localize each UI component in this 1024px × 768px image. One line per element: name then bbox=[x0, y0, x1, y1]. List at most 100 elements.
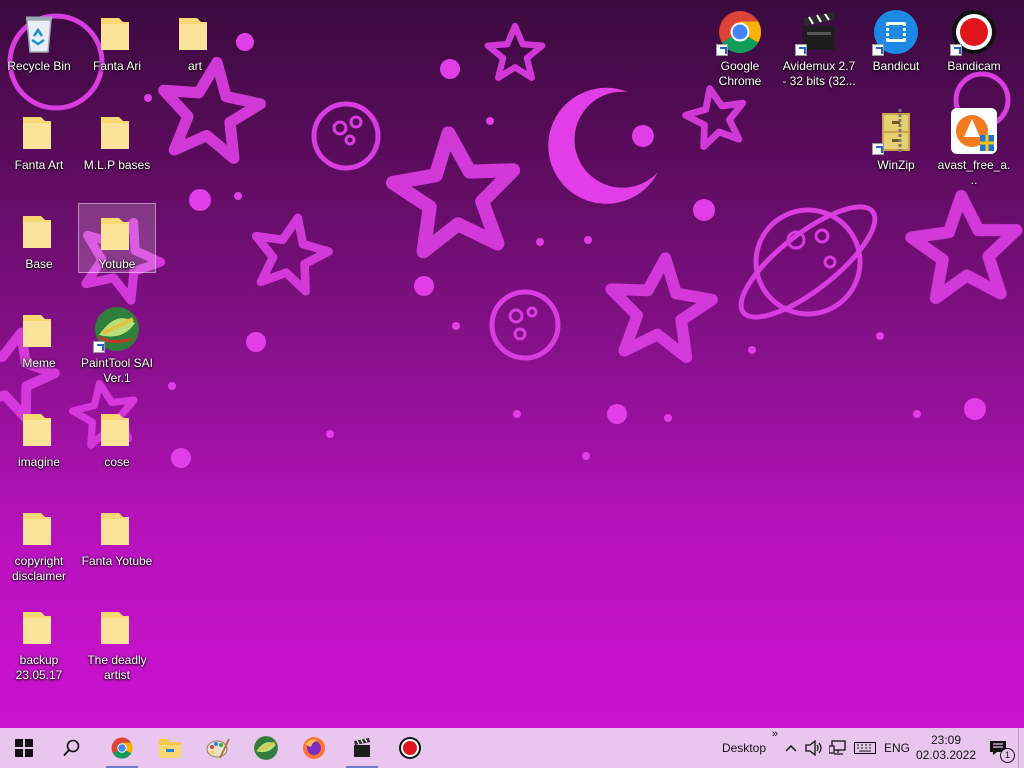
desktop-icon-folder[interactable]: Fanta Art bbox=[1, 103, 77, 193]
folder-icon bbox=[15, 404, 63, 452]
action-center-button[interactable]: 1 bbox=[978, 728, 1018, 768]
desktop-icon-folder[interactable]: M.L.P bases bbox=[79, 103, 155, 193]
bandicam-icon bbox=[399, 737, 421, 759]
desktop-icon-label: Meme bbox=[22, 356, 56, 370]
desktop-icon-label: Base bbox=[25, 257, 53, 271]
firefox-icon bbox=[303, 737, 325, 759]
shortcut-arrow-icon bbox=[93, 341, 105, 353]
folder-icon bbox=[93, 208, 141, 254]
desktop-icon-label: copyright disclaimer bbox=[11, 554, 66, 583]
desktop-toolbar-label: Desktop bbox=[721, 741, 766, 755]
desktop-icon-folder[interactable]: cose bbox=[79, 400, 155, 490]
avast-icon bbox=[950, 107, 998, 155]
paint-palette-icon bbox=[206, 738, 230, 759]
show-hidden-icons-button[interactable] bbox=[780, 728, 802, 768]
avidemux-icon bbox=[795, 8, 843, 56]
desktop-icon-label: backup 23.05.17 bbox=[15, 653, 63, 682]
desktop-icon-label: Yotube bbox=[98, 257, 136, 271]
network-wired-icon bbox=[829, 740, 846, 755]
input-language-label: ENG bbox=[883, 741, 910, 755]
taskbar-painttool-sai[interactable] bbox=[242, 728, 290, 768]
folder-icon bbox=[15, 107, 63, 155]
network-button[interactable] bbox=[826, 728, 850, 768]
folder-icon bbox=[15, 305, 63, 353]
recycle-bin-icon bbox=[15, 8, 63, 56]
desktop-icon-label: art bbox=[187, 59, 202, 73]
desktop-icon-folder[interactable]: imagine bbox=[1, 400, 77, 490]
folder-icon bbox=[93, 107, 141, 155]
touch-keyboard-button[interactable] bbox=[850, 728, 880, 768]
file-explorer-icon bbox=[159, 739, 181, 758]
search-icon bbox=[63, 739, 80, 757]
clock-time: 23:09 bbox=[930, 733, 962, 747]
desktop-icon-label: Recycle Bin bbox=[7, 59, 71, 73]
desktop-icon-painttool-sai[interactable]: PaintTool SAI Ver.1 bbox=[79, 301, 155, 391]
desktop-icon-google-chrome[interactable]: Google Chrome bbox=[702, 4, 778, 94]
bandicam-icon bbox=[950, 8, 998, 56]
folder-icon bbox=[93, 503, 141, 551]
desktop-icon-label: The deadly artist bbox=[87, 653, 147, 682]
shortcut-arrow-icon bbox=[872, 143, 884, 155]
shortcut-arrow-icon bbox=[795, 44, 807, 56]
desktop-toolbar[interactable]: Desktop » bbox=[714, 728, 778, 768]
desktop-icon-folder[interactable]: The deadly artist bbox=[79, 598, 155, 688]
shortcut-arrow-icon bbox=[716, 44, 728, 56]
speaker-icon bbox=[805, 740, 822, 756]
desktop-icon-folder[interactable]: Fanta Yotube bbox=[79, 499, 155, 589]
desktop-icon-folder[interactable]: art bbox=[157, 4, 233, 94]
taskbar-file-explorer[interactable] bbox=[146, 728, 194, 768]
desktop-icon-folder[interactable]: copyright disclaimer bbox=[1, 499, 77, 589]
chevron-up-icon bbox=[785, 744, 797, 752]
shortcut-arrow-icon bbox=[950, 44, 962, 56]
desktop-icon-winzip[interactable]: WinZip bbox=[858, 103, 934, 193]
desktop-icon-label: Fanta Ari bbox=[92, 59, 142, 73]
toolbar-chevron-icon[interactable]: » bbox=[772, 728, 778, 740]
painttool-sai-icon bbox=[93, 305, 141, 353]
taskbar-paint-app[interactable] bbox=[194, 728, 242, 768]
desktop-icon-label: Avidemux 2.7 - 32 bits (32... bbox=[782, 59, 856, 88]
bandicut-icon bbox=[872, 8, 920, 56]
folder-icon bbox=[171, 8, 219, 56]
folder-icon bbox=[15, 206, 63, 254]
start-button[interactable] bbox=[0, 728, 48, 768]
desktop-icon-folder[interactable]: Base bbox=[1, 202, 77, 292]
desktop-icon-bandicam[interactable]: Bandicam bbox=[936, 4, 1012, 94]
folder-icon bbox=[93, 602, 141, 650]
clock-button[interactable]: 23:09 02.03.2022 bbox=[914, 728, 978, 768]
volume-button[interactable] bbox=[802, 728, 826, 768]
desktop-icon-bandicut[interactable]: Bandicut bbox=[858, 4, 934, 94]
shortcut-arrow-icon bbox=[872, 44, 884, 56]
desktop-icon-folder[interactable]: Fanta Ari bbox=[79, 4, 155, 94]
show-desktop-button[interactable] bbox=[1018, 728, 1024, 768]
search-button[interactable] bbox=[48, 728, 96, 768]
desktop-icon-label: Bandicut bbox=[872, 59, 920, 73]
folder-icon bbox=[15, 602, 63, 650]
taskbar-avidemux[interactable] bbox=[338, 728, 386, 768]
taskbar-bandicam[interactable] bbox=[386, 728, 434, 768]
folder-icon bbox=[15, 503, 63, 551]
folder-icon bbox=[93, 404, 141, 452]
desktop-icon-folder[interactable]: backup 23.05.17 bbox=[1, 598, 77, 688]
taskbar: Desktop » ENG 23:09 02.03.2022 1 bbox=[0, 728, 1024, 768]
avidemux-icon bbox=[354, 738, 370, 757]
taskbar-chrome[interactable] bbox=[98, 728, 146, 768]
notification-count-badge: 1 bbox=[1000, 748, 1015, 763]
winzip-icon bbox=[872, 107, 920, 155]
desktop-icon-label: imagine bbox=[17, 455, 61, 469]
desktop-icon-folder[interactable]: Meme bbox=[1, 301, 77, 391]
input-language-button[interactable]: ENG bbox=[880, 728, 914, 768]
taskbar-firefox[interactable] bbox=[290, 728, 338, 768]
windows-start-icon bbox=[15, 739, 33, 757]
desktop-icon-label: cose bbox=[104, 455, 130, 469]
desktop-icon-label: Google Chrome bbox=[718, 59, 762, 88]
clock-date: 02.03.2022 bbox=[915, 748, 977, 762]
desktop-icon-avidemux[interactable]: Avidemux 2.7 - 32 bits (32... bbox=[781, 4, 857, 94]
desktop-icon-label: PaintTool SAI Ver.1 bbox=[80, 356, 154, 385]
desktop-icon-folder-selected[interactable]: Yotube bbox=[78, 203, 156, 273]
folder-icon bbox=[93, 8, 141, 56]
desktop-icon-recycle-bin[interactable]: Recycle Bin bbox=[1, 4, 77, 94]
desktop-icon-avast-installer[interactable]: avast_free_a... bbox=[936, 103, 1012, 193]
painttool-sai-icon bbox=[254, 736, 278, 760]
desktop-icon-label: M.L.P bases bbox=[83, 158, 151, 172]
desktop-icon-label: WinZip bbox=[877, 158, 915, 172]
